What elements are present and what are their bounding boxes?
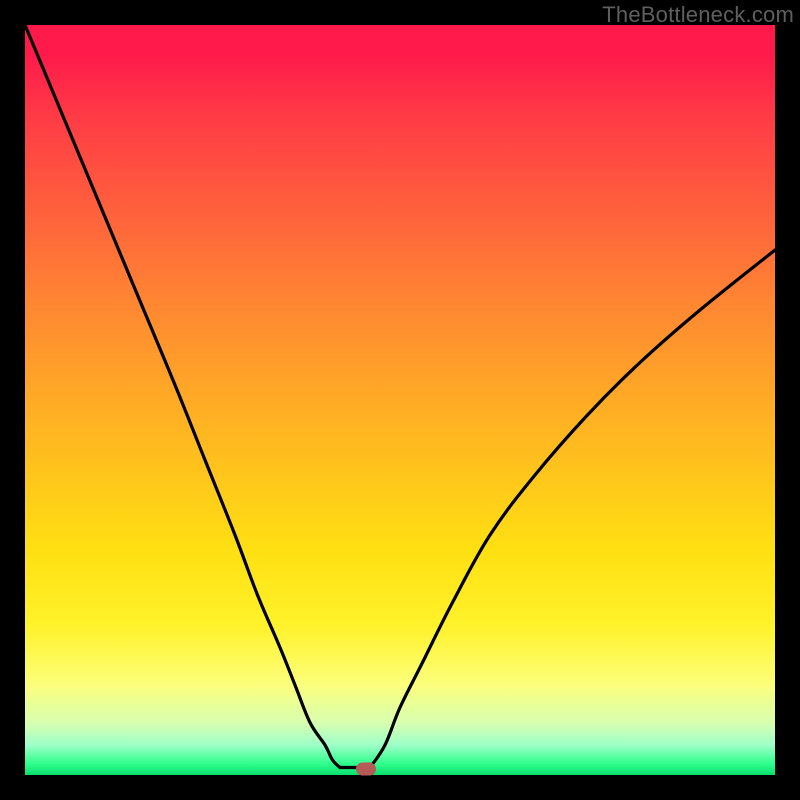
plot-area xyxy=(25,25,775,775)
curve-right-segment xyxy=(370,250,775,768)
operating-point-marker xyxy=(356,763,376,776)
chart-frame: TheBottleneck.com xyxy=(0,0,800,800)
curve-left-segment xyxy=(25,25,340,768)
curve-layer xyxy=(25,25,775,775)
